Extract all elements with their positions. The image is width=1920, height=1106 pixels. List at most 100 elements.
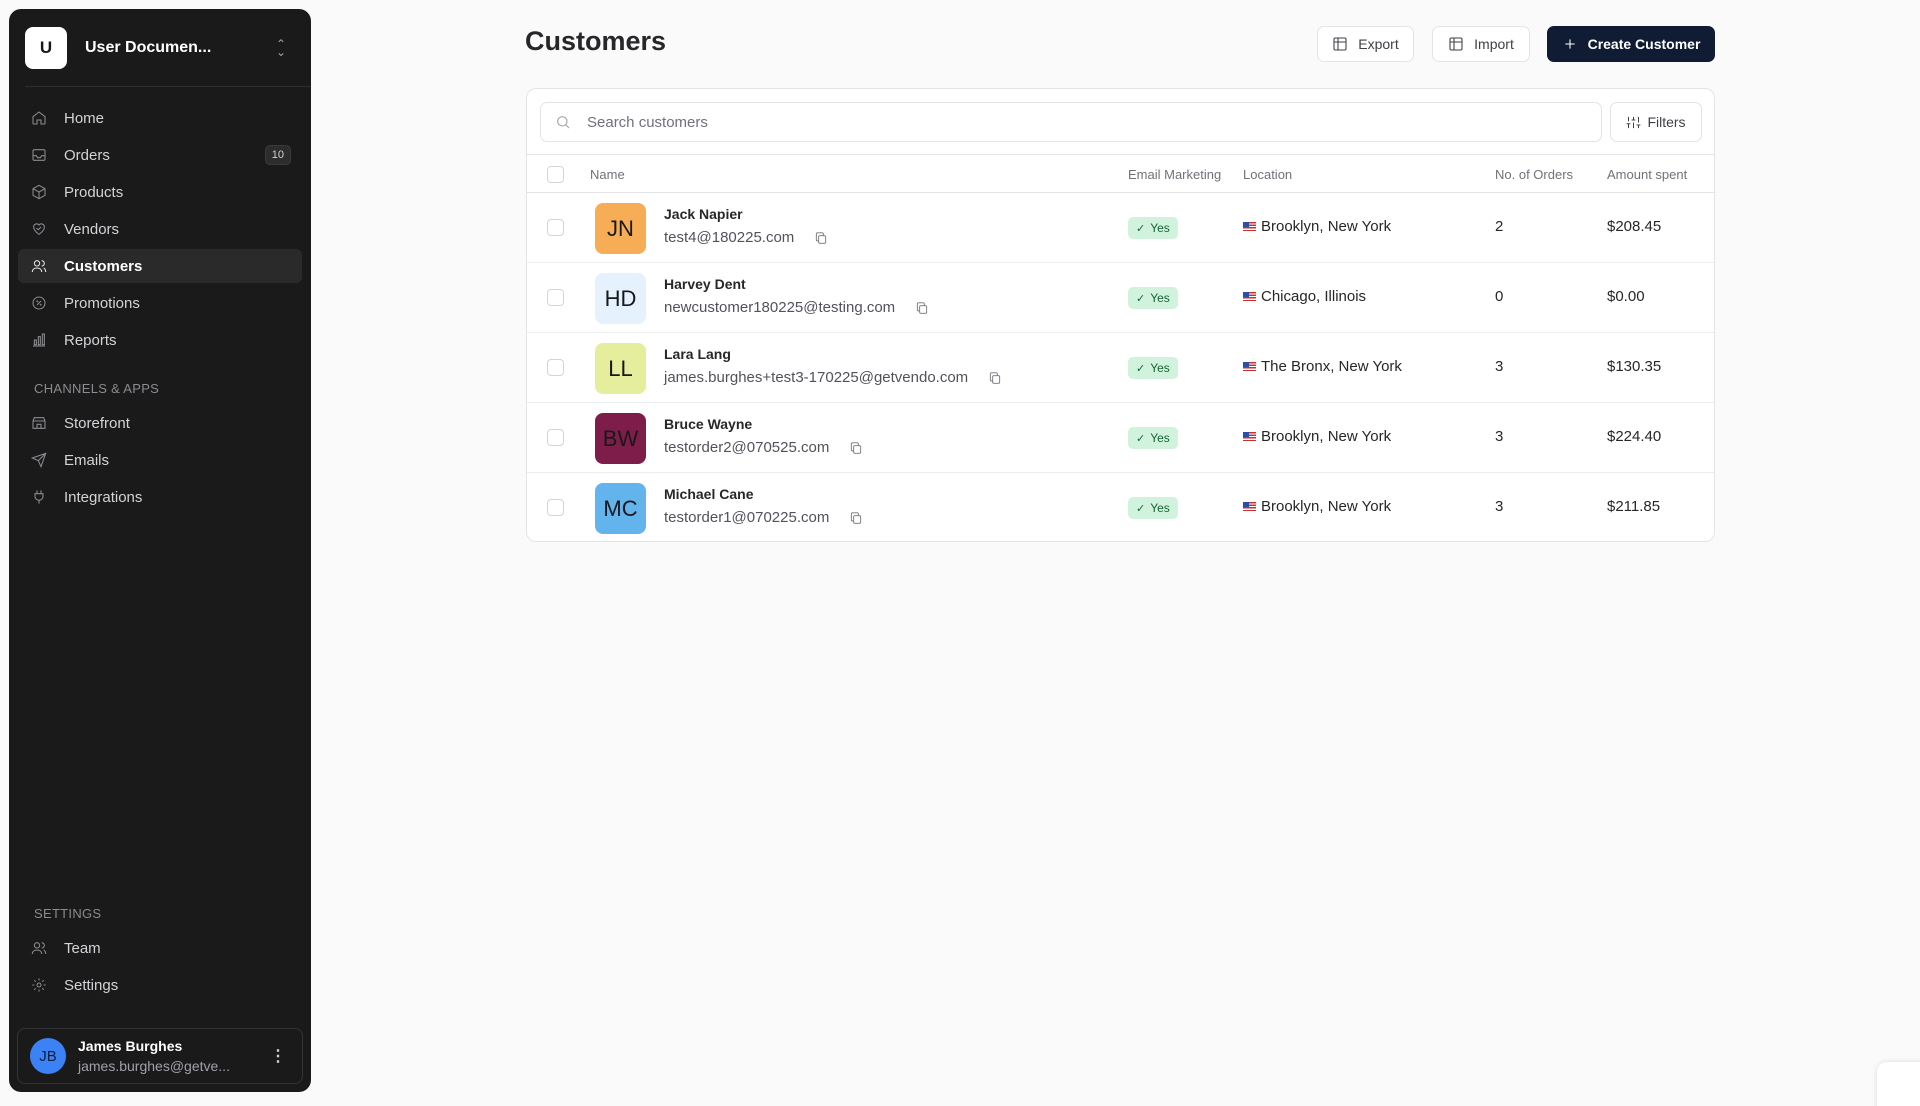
row-checkbox[interactable] [547,359,564,376]
sidebar-item-reports[interactable]: Reports [18,323,302,357]
sidebar-item-label: Storefront [64,415,302,432]
create-customer-button[interactable]: Create Customer [1547,26,1715,62]
copy-icon[interactable] [849,511,863,525]
location-text: Brooklyn, New York [1261,498,1391,515]
sidebar-item-settings[interactable]: Settings [18,968,302,1002]
check-icon: ✓ [1136,502,1145,515]
sidebar-item-vendors[interactable]: Vendors [18,212,302,246]
floating-widget[interactable] [1877,1062,1920,1106]
search-icon [555,114,571,130]
sidebar-item-home[interactable]: Home [18,101,302,135]
avatar: JN [595,203,646,254]
order-count: 2 [1495,218,1503,235]
badge-label: Yes [1150,431,1170,445]
workspace-switcher[interactable]: U User Documen... ⌃⌄ [25,25,295,71]
import-button[interactable]: Import [1432,26,1530,62]
select-all-checkbox[interactable] [547,166,564,183]
customer-location: Chicago, Illinois [1243,288,1366,305]
column-header-orders: No. of Orders [1495,155,1573,194]
amount-spent: $0.00 [1607,288,1645,305]
table-row[interactable]: MC Michael Cane testorder1@070225.com ✓Y… [527,473,1714,543]
amount-spent: $130.35 [1607,358,1661,375]
user-name: James Burghes [78,1038,270,1054]
search-input[interactable] [587,114,1601,131]
table-row[interactable]: HD Harvey Dent newcustomer180225@testing… [527,263,1714,333]
copy-icon[interactable] [988,371,1002,385]
column-header-name: Name [590,155,625,194]
customer-name[interactable]: Bruce Wayne [664,416,752,432]
customer-email: newcustomer180225@testing.com [664,299,929,316]
sidebar-item-label: Settings [64,977,302,994]
inbox-icon [30,146,48,164]
customer-name[interactable]: Jack Napier [664,206,743,222]
users-icon [30,257,48,275]
customer-location: The Bronx, New York [1243,358,1402,375]
sidebar-item-label: Reports [64,332,302,349]
more-vertical-icon[interactable]: ⋮ [270,1046,286,1066]
us-flag-icon [1243,222,1256,231]
sidebar-item-customers[interactable]: Customers [18,249,302,283]
customer-email: testorder1@070225.com [664,509,863,526]
chevrons-up-down-icon: ⌃⌄ [273,40,289,56]
page-title: Customers [525,26,666,57]
main-nav: Home Orders 10 Products Vendors Customer… [18,101,302,360]
check-icon: ✓ [1136,292,1145,305]
column-header-email-marketing: Email Marketing [1128,155,1221,194]
check-icon: ✓ [1136,362,1145,375]
orders-count-badge: 10 [265,145,291,165]
order-count: 3 [1495,498,1503,515]
customer-name[interactable]: Michael Cane [664,486,753,502]
sidebar-item-storefront[interactable]: Storefront [18,406,302,440]
workspace-name: User Documen... [85,39,273,57]
filters-button[interactable]: Filters [1610,102,1702,142]
sidebar-item-label: Orders [64,147,265,164]
us-flag-icon [1243,502,1256,511]
row-checkbox[interactable] [547,289,564,306]
sidebar-item-team[interactable]: Team [18,931,302,965]
customer-email-text: testorder2@070525.com [664,439,829,456]
customer-location: Brooklyn, New York [1243,498,1391,515]
user-profile-card[interactable]: JB James Burghes james.burghes@getve... … [17,1028,303,1084]
badge-label: Yes [1150,501,1170,515]
table-row[interactable]: BW Bruce Wayne testorder2@070525.com ✓Ye… [527,403,1714,473]
row-checkbox[interactable] [547,429,564,446]
copy-icon[interactable] [915,301,929,315]
box-icon [30,183,48,201]
sidebar-item-promotions[interactable]: Promotions [18,286,302,320]
table-row[interactable]: LL Lara Lang james.burghes+test3-170225@… [527,333,1714,403]
export-button[interactable]: Export [1317,26,1414,62]
customer-location: Brooklyn, New York [1243,428,1391,445]
us-flag-icon [1243,432,1256,441]
customer-email: james.burghes+test3-170225@getvendo.com [664,369,1002,386]
email-marketing-badge: ✓ Yes [1128,497,1178,519]
user-email: james.burghes@getve... [78,1058,270,1074]
copy-icon[interactable] [849,441,863,455]
amount-spent: $211.85 [1607,498,1660,515]
sidebar-item-emails[interactable]: Emails [18,443,302,477]
sheet-icon [1448,36,1464,52]
sidebar-item-orders[interactable]: Orders 10 [18,138,302,172]
export-label: Export [1358,36,1398,52]
check-icon: ✓ [1136,432,1145,445]
avatar: LL [595,343,646,394]
sidebar-item-integrations[interactable]: Integrations [18,480,302,514]
customer-name[interactable]: Harvey Dent [664,276,746,292]
customer-email: testorder2@070525.com [664,439,863,456]
row-checkbox[interactable] [547,219,564,236]
email-marketing-badge: ✓Yes [1128,287,1178,309]
customer-email-text: test4@180225.com [664,229,794,246]
customer-location: Brooklyn, New York [1243,218,1391,235]
customer-name[interactable]: Lara Lang [664,346,731,362]
table-row[interactable]: JN Jack Napier test4@180225.com ✓Yes Bro… [527,193,1714,263]
row-checkbox[interactable] [547,499,564,516]
location-text: The Bronx, New York [1261,358,1402,375]
heart-handshake-icon [30,220,48,238]
gear-icon [30,976,48,994]
sidebar-item-label: Emails [64,452,302,469]
location-text: Chicago, Illinois [1261,288,1366,305]
email-marketing-badge: ✓ Yes [1128,427,1178,449]
copy-icon[interactable] [814,231,828,245]
import-label: Import [1474,36,1514,52]
sidebar-item-products[interactable]: Products [18,175,302,209]
plug-icon [30,488,48,506]
